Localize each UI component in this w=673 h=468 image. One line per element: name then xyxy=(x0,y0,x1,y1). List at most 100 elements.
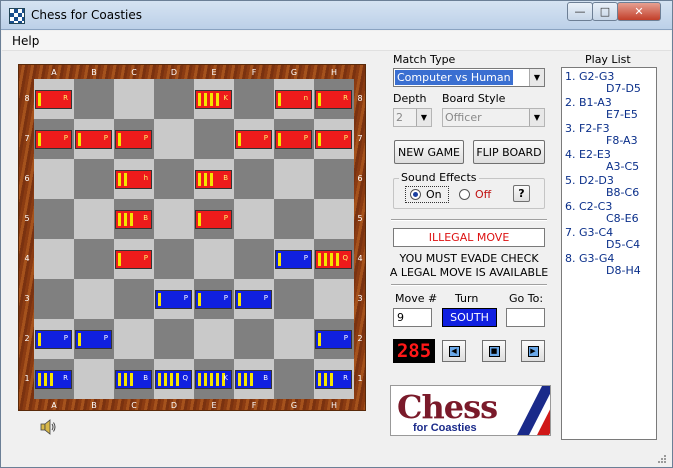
square-g4[interactable]: P xyxy=(274,239,314,279)
speaker-icon[interactable] xyxy=(39,418,57,436)
square-a7[interactable]: P xyxy=(34,119,74,159)
piece-red-a7[interactable]: P xyxy=(35,130,72,149)
square-g8[interactable]: n xyxy=(274,79,314,119)
new-game-button[interactable]: NEW GAME xyxy=(394,140,464,164)
square-c6[interactable]: h xyxy=(114,159,154,199)
square-b5[interactable] xyxy=(74,199,114,239)
square-f3[interactable]: P xyxy=(234,279,274,319)
square-b7[interactable]: P xyxy=(74,119,114,159)
square-a8[interactable]: R xyxy=(34,79,74,119)
square-e7[interactable] xyxy=(194,119,234,159)
piece-blue-e1[interactable]: K xyxy=(195,370,232,389)
list-item[interactable]: 2. B1-A3 E7-E5 xyxy=(562,94,656,121)
square-f7[interactable]: P xyxy=(234,119,274,159)
list-item[interactable]: 7. G3-C4 D5-C4 xyxy=(562,224,656,251)
match-type-select[interactable]: Computer vs Human ▼ xyxy=(393,68,545,87)
piece-blue-a2[interactable]: P xyxy=(35,330,72,349)
square-e3[interactable]: P xyxy=(194,279,234,319)
sound-off-label[interactable]: Off xyxy=(475,188,491,201)
list-item[interactable]: 6. C2-C3 C8-E6 xyxy=(562,198,656,225)
square-b1[interactable] xyxy=(74,359,114,399)
square-h6[interactable] xyxy=(314,159,354,199)
list-item[interactable]: 1. G2-G3 D7-D5 xyxy=(562,68,656,95)
piece-red-h7[interactable]: P xyxy=(315,130,352,149)
list-item[interactable]: 5. D2-D3 B8-C6 xyxy=(562,172,656,199)
square-e2[interactable] xyxy=(194,319,234,359)
square-f2[interactable] xyxy=(234,319,274,359)
title-bar[interactable]: Chess for Coasties — □ ✕ xyxy=(1,1,672,30)
square-g6[interactable] xyxy=(274,159,314,199)
piece-red-g7[interactable]: P xyxy=(275,130,312,149)
square-g5[interactable] xyxy=(274,199,314,239)
square-g2[interactable] xyxy=(274,319,314,359)
list-item[interactable]: 8. G3-G4 D8-H4 xyxy=(562,250,656,277)
square-e5[interactable]: P xyxy=(194,199,234,239)
play-list[interactable]: 1. G2-G3 D7-D5 2. B1-A3 E7-E5 3. F2-F3 F8-A3 4… xyxy=(561,67,657,440)
square-c4[interactable]: P xyxy=(114,239,154,279)
menu-help[interactable]: Help xyxy=(12,34,39,48)
list-item[interactable]: 4. E2-E3 A3-C5 xyxy=(562,146,656,173)
piece-red-e6[interactable]: B xyxy=(195,170,232,189)
piece-red-h4[interactable]: Q xyxy=(315,250,352,269)
goto-field[interactable] xyxy=(506,308,545,327)
move-number-field[interactable]: 9 xyxy=(393,308,432,327)
square-d4[interactable] xyxy=(154,239,194,279)
piece-blue-d3[interactable]: P xyxy=(155,290,192,309)
piece-red-b7[interactable]: P xyxy=(75,130,112,149)
piece-red-g8[interactable]: n xyxy=(275,90,312,109)
piece-red-c6[interactable]: h xyxy=(115,170,152,189)
square-f8[interactable] xyxy=(234,79,274,119)
square-f4[interactable] xyxy=(234,239,274,279)
sound-on-label[interactable]: On xyxy=(426,188,442,201)
square-a5[interactable] xyxy=(34,199,74,239)
minimize-button[interactable]: — xyxy=(567,2,593,21)
square-g3[interactable] xyxy=(274,279,314,319)
piece-red-a8[interactable]: R xyxy=(35,90,72,109)
resize-grip-icon[interactable] xyxy=(653,453,667,465)
sound-off-radio[interactable] xyxy=(459,189,470,200)
piece-blue-c1[interactable]: B xyxy=(115,370,152,389)
piece-red-c5[interactable]: B xyxy=(115,210,152,229)
square-e1[interactable]: K xyxy=(194,359,234,399)
square-g7[interactable]: P xyxy=(274,119,314,159)
piece-blue-h1[interactable]: R xyxy=(315,370,352,389)
square-c5[interactable]: B xyxy=(114,199,154,239)
square-c2[interactable] xyxy=(114,319,154,359)
square-d5[interactable] xyxy=(154,199,194,239)
square-c7[interactable]: P xyxy=(114,119,154,159)
piece-blue-a1[interactable]: R xyxy=(35,370,72,389)
piece-red-e5[interactable]: P xyxy=(195,210,232,229)
square-b8[interactable] xyxy=(74,79,114,119)
square-d2[interactable] xyxy=(154,319,194,359)
square-b2[interactable]: P xyxy=(74,319,114,359)
square-a1[interactable]: R xyxy=(34,359,74,399)
piece-red-e8[interactable]: K xyxy=(195,90,232,109)
square-d7[interactable] xyxy=(154,119,194,159)
sound-on-radio[interactable] xyxy=(410,189,421,200)
square-a3[interactable] xyxy=(34,279,74,319)
stop-button[interactable]: ■ xyxy=(482,340,506,362)
square-b3[interactable] xyxy=(74,279,114,319)
square-c1[interactable]: B xyxy=(114,359,154,399)
maximize-button[interactable]: □ xyxy=(592,2,618,21)
square-d8[interactable] xyxy=(154,79,194,119)
step-back-button[interactable]: ◀ xyxy=(442,340,466,362)
square-c3[interactable] xyxy=(114,279,154,319)
list-item[interactable]: 3. F2-F3 F8-A3 xyxy=(562,120,656,147)
square-b4[interactable] xyxy=(74,239,114,279)
square-e4[interactable] xyxy=(194,239,234,279)
board-style-select[interactable]: Officer ▼ xyxy=(442,108,545,127)
square-g1[interactable] xyxy=(274,359,314,399)
square-a6[interactable] xyxy=(34,159,74,199)
flip-board-button[interactable]: FLIP BOARD xyxy=(473,140,545,164)
square-h3[interactable] xyxy=(314,279,354,319)
depth-select[interactable]: 2 ▼ xyxy=(393,108,432,127)
square-e8[interactable]: K xyxy=(194,79,234,119)
square-h7[interactable]: P xyxy=(314,119,354,159)
piece-blue-h2[interactable]: P xyxy=(315,330,352,349)
square-d3[interactable]: P xyxy=(154,279,194,319)
piece-blue-e3[interactable]: P xyxy=(195,290,232,309)
piece-red-f7[interactable]: P xyxy=(235,130,272,149)
square-b6[interactable] xyxy=(74,159,114,199)
square-d1[interactable]: Q xyxy=(154,359,194,399)
